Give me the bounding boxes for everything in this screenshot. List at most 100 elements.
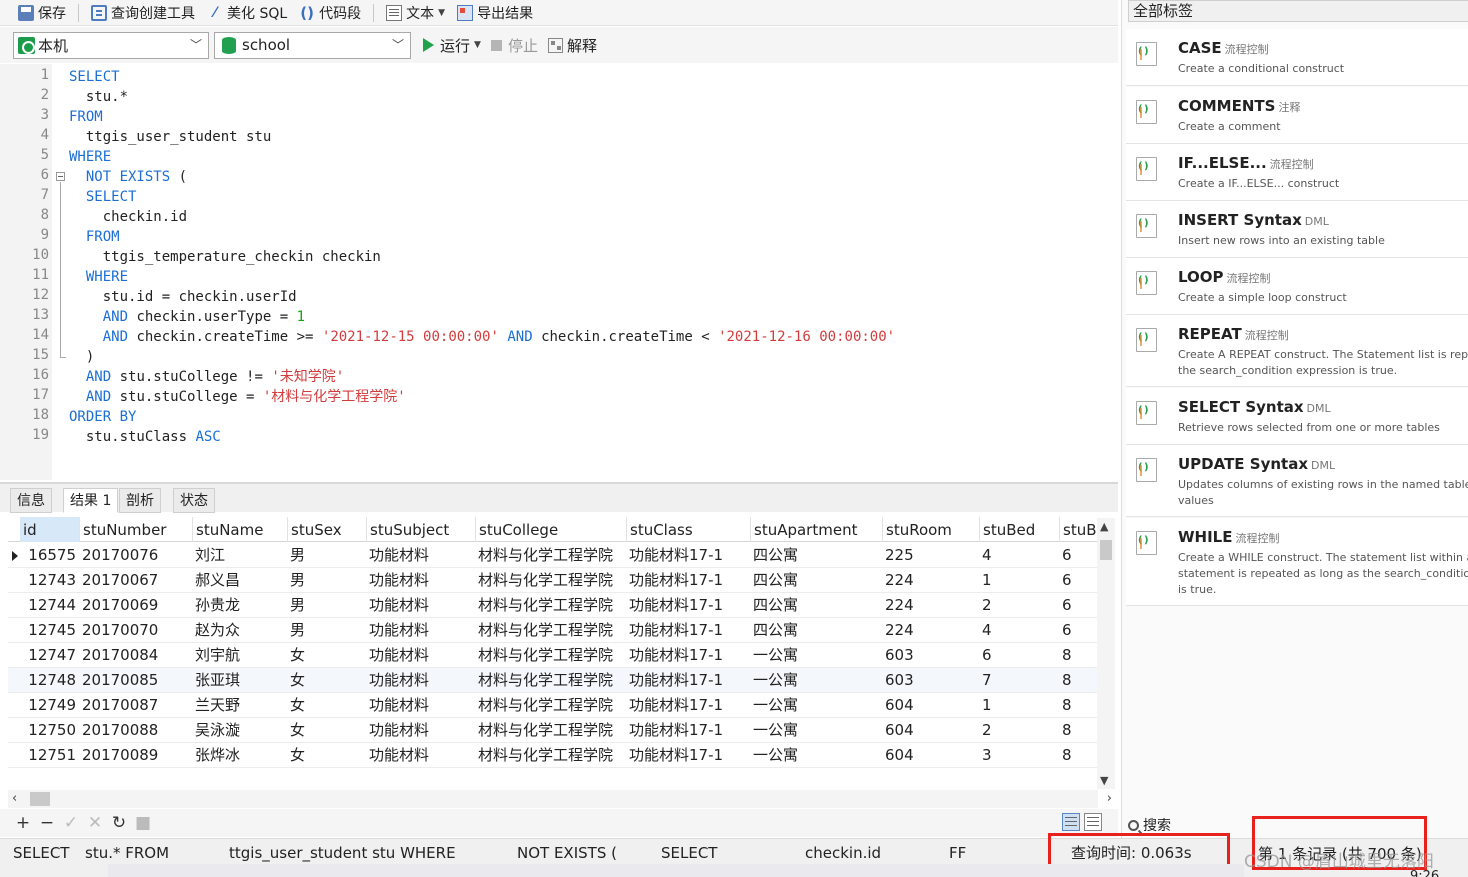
scroll-up-icon[interactable]: ▲	[1100, 520, 1108, 533]
column-header-stuNumber[interactable]: stuNumber	[79, 517, 192, 542]
snippet-item[interactable]: LOOP流程控制 Create a simple loop construct	[1126, 258, 1468, 315]
table-cell[interactable]: 材料与化学工程学院	[475, 643, 626, 668]
snippet-item[interactable]: REPEAT流程控制 Create A REPEAT construct. The…	[1126, 315, 1468, 387]
save-button[interactable]: 保存	[12, 2, 72, 24]
code-snippet-button[interactable]: () 代码段	[293, 2, 367, 24]
column-header-stuName[interactable]: stuName	[192, 517, 287, 542]
table-cell[interactable]: 12750	[20, 718, 79, 743]
table-cell[interactable]: 功能材料	[366, 593, 475, 618]
column-header-stuSubject[interactable]: stuSubject	[366, 517, 475, 542]
table-row[interactable]: 12750 20170088 吴泳漩女功能材料 材料与化学工程学院 功能材料17-1 一公…	[8, 718, 1098, 743]
table-cell[interactable]: 功能材料17-1	[626, 543, 750, 568]
table-cell[interactable]: 12751	[20, 743, 79, 768]
table-row[interactable]: 12743 20170067 郝义昌男功能材料 材料与化学工程学院 功能材料17-1 四公…	[8, 568, 1098, 593]
sql-editor[interactable]: 1 2 3 4 5 6 7 8 9 10 11 12 13 14 15 16 17 18 19 SELECT stu…	[0, 64, 1118, 480]
column-header-stuCollege[interactable]: stuCollege	[475, 517, 626, 542]
table-cell[interactable]: 材料与化学工程学院	[475, 593, 626, 618]
table-cell[interactable]: 功能材料	[366, 693, 475, 718]
table-cell[interactable]: 604	[882, 693, 979, 718]
table-cell[interactable]: 材料与化学工程学院	[475, 693, 626, 718]
snippet-item[interactable]: SELECT SyntaxDML Retrieve rows selected f…	[1126, 388, 1468, 445]
table-cell[interactable]: 8	[1059, 718, 1098, 743]
table-cell[interactable]: 12745	[20, 618, 79, 643]
grid-view-toggle[interactable]	[1062, 813, 1080, 831]
stop-loading-button[interactable]: ■	[132, 812, 154, 834]
table-cell[interactable]: 兰天野	[192, 693, 287, 718]
table-cell[interactable]: 224	[882, 618, 979, 643]
tab-profile[interactable]: 剖析	[119, 488, 161, 513]
table-cell[interactable]: 8	[1059, 743, 1098, 768]
table-cell[interactable]: 604	[882, 718, 979, 743]
table-cell[interactable]: 孙贵龙	[192, 593, 287, 618]
table-cell[interactable]: 4	[979, 543, 1059, 568]
table-cell[interactable]: 材料与化学工程学院	[475, 718, 626, 743]
connection-select[interactable]: 本机 ﹀	[13, 31, 209, 59]
table-cell[interactable]: 20170089	[79, 743, 192, 768]
table-cell[interactable]: 张亚琪	[192, 668, 287, 693]
table-cell[interactable]: 6	[1059, 593, 1098, 618]
scroll-left-icon[interactable]: ‹	[12, 791, 17, 806]
table-cell[interactable]: 603	[882, 668, 979, 693]
table-cell[interactable]: 7	[979, 668, 1059, 693]
table-row[interactable]: 16575 20170076 刘江男功能材料 材料与化学工程学院 功能材料17-1 四公寓…	[8, 543, 1098, 568]
export-results-button[interactable]: 导出结果	[451, 2, 539, 24]
table-cell[interactable]: 男	[287, 618, 366, 643]
table-cell[interactable]: 男	[287, 593, 366, 618]
snippet-item[interactable]: COMMENTS注释 Create a comment	[1126, 87, 1468, 144]
table-cell[interactable]: 12744	[20, 593, 79, 618]
table-row[interactable]: 12744 20170069 孙贵龙男功能材料 材料与化学工程学院 功能材料17-1 四公…	[8, 593, 1098, 618]
table-cell[interactable]: 20170067	[79, 568, 192, 593]
table-cell[interactable]: 材料与化学工程学院	[475, 568, 626, 593]
column-header-stuClass[interactable]: stuClass	[626, 517, 750, 542]
add-row-button[interactable]: +	[12, 812, 34, 834]
scroll-right-icon[interactable]: ›	[1107, 791, 1112, 806]
table-cell[interactable]: 功能材料17-1	[626, 743, 750, 768]
column-header-stuSex[interactable]: stuSex	[287, 517, 366, 542]
table-cell[interactable]: 功能材料	[366, 618, 475, 643]
table-cell[interactable]: 一公寓	[750, 643, 882, 668]
table-cell[interactable]: 四公寓	[750, 543, 882, 568]
fold-toggle-icon[interactable]	[56, 172, 65, 181]
table-cell[interactable]: 刘江	[192, 543, 287, 568]
table-cell[interactable]: 12743	[20, 568, 79, 593]
snippet-search[interactable]: 搜索	[1128, 815, 1171, 835]
text-menu-button[interactable]: 文本 ▼	[380, 2, 451, 24]
beautify-sql-button[interactable]: ⁄ 美化 SQL	[201, 2, 293, 24]
run-button[interactable]: 运行 ▼	[423, 35, 481, 56]
table-row[interactable]: 12748 20170085 张亚琪女功能材料 材料与化学工程学院 功能材料17-1 一公…	[8, 668, 1098, 693]
stop-button[interactable]: 停止	[490, 35, 538, 56]
query-builder-button[interactable]: 查询创建工具	[85, 2, 201, 24]
table-cell[interactable]: 功能材料17-1	[626, 568, 750, 593]
scroll-thumb[interactable]	[1100, 540, 1112, 560]
scroll-thumb[interactable]	[30, 792, 50, 806]
table-cell[interactable]: 8	[1059, 668, 1098, 693]
table-cell[interactable]: 2	[979, 593, 1059, 618]
table-cell[interactable]: 2	[979, 718, 1059, 743]
tab-status[interactable]: 状态	[173, 488, 215, 513]
table-cell[interactable]: 604	[882, 743, 979, 768]
table-cell[interactable]: 张烨冰	[192, 743, 287, 768]
table-row[interactable]: 12749 20170087 兰天野女功能材料 材料与化学工程学院 功能材料17-1 一公…	[8, 693, 1098, 718]
table-cell[interactable]: 材料与化学工程学院	[475, 543, 626, 568]
table-cell[interactable]: 1	[979, 568, 1059, 593]
table-cell[interactable]: 女	[287, 693, 366, 718]
table-cell[interactable]: 材料与化学工程学院	[475, 618, 626, 643]
table-cell[interactable]: 20170076	[79, 543, 192, 568]
table-cell[interactable]: 1	[979, 693, 1059, 718]
table-cell[interactable]: 功能材料17-1	[626, 593, 750, 618]
table-cell[interactable]: 12747	[20, 643, 79, 668]
table-cell[interactable]: 功能材料	[366, 543, 475, 568]
explain-button[interactable]: 解释	[547, 35, 597, 56]
table-cell[interactable]: 3	[979, 743, 1059, 768]
table-row[interactable]: 12751 20170089 张烨冰女功能材料 材料与化学工程学院 功能材料17-1 一公…	[8, 743, 1098, 768]
form-view-toggle[interactable]	[1084, 813, 1102, 831]
discard-changes-button[interactable]: ✕	[84, 812, 106, 834]
table-cell[interactable]: 女	[287, 668, 366, 693]
table-cell[interactable]: 功能材料	[366, 743, 475, 768]
apply-changes-button[interactable]: ✓	[60, 812, 82, 834]
table-cell[interactable]: 功能材料	[366, 718, 475, 743]
table-cell[interactable]: 男	[287, 543, 366, 568]
table-cell[interactable]: 224	[882, 593, 979, 618]
table-cell[interactable]: 功能材料17-1	[626, 718, 750, 743]
table-cell[interactable]: 功能材料	[366, 568, 475, 593]
